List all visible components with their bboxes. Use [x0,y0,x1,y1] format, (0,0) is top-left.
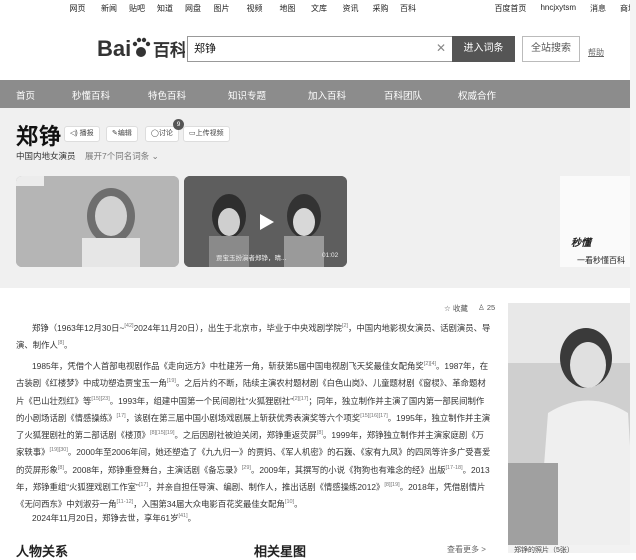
chat-icon: ◯ [151,130,159,137]
paw-icon [132,37,151,57]
video-icon: ▭ [189,130,196,137]
logo-text: Bai [97,36,131,61]
video-card-1[interactable] [16,176,179,267]
main-nav: 首页 秒懂百科 特色百科 知识专题 加入百科 百科团队 权威合作 [0,80,636,108]
speaker-icon: ◁) [70,130,78,137]
death-paragraph: 2024年11月20日，郑铮去世，享年61岁[41]。 [32,512,197,523]
portrait-caption: 郑铮的照片（5张） [508,545,636,554]
entry-title: 郑铮 [16,124,63,149]
related-stars-heading: 相关星图 [254,544,307,559]
top-link-8[interactable]: 文库 [304,3,334,14]
like-count: 25 [486,303,496,312]
top-nav-right: 百度首页 hncjxytsm 消息 商城 [494,3,636,14]
play-icon[interactable] [256,212,276,232]
broadcast-label: 播报 [79,130,94,137]
summary-paragraph: 郑铮（1963年12月30日~[42]2024年11月20日），出生于北京市，毕… [16,322,491,351]
logo-brand: 百科 [153,40,185,60]
nav-cooperation[interactable]: 权威合作 [458,88,496,102]
top-link-11[interactable]: 百科 [394,3,422,14]
clear-icon[interactable]: ✕ [436,41,446,55]
star-icon: ☆ [444,304,451,313]
miaodong-slogan: 一看秒懂百科 [577,256,625,265]
video-2-duration: 01:02 [322,252,339,259]
upload-video-button[interactable]: ▭上传视频 [183,126,230,142]
enter-entry-button[interactable]: 进入词条 [452,36,515,62]
nav-topics[interactable]: 知识专题 [228,88,266,102]
video-2-caption: 贾宝玉扮演者郑铮，晴... [216,255,287,262]
edit-button[interactable]: ✎编辑 [106,126,138,142]
same-name-entries-toggle[interactable]: 展开7个同名词条 ⌄ [85,150,159,162]
chevron-down-icon: ⌄ [151,151,159,161]
top-nav-links: 网页 新闻 贴吧 知道 网盘 图片 视频 地图 文库 资讯 采购 百科 [62,3,422,14]
top-link-10[interactable]: 采购 [367,3,394,14]
relations-heading: 人物关系 [16,544,69,559]
top-link-5[interactable]: 图片 [205,3,238,14]
like-button[interactable]: ♙ 25 [478,303,495,312]
broadcast-button[interactable]: ◁) 播报 [64,126,100,142]
top-link-6[interactable]: 视频 [238,3,271,14]
miaodong-logo-text: 秒懂 [571,238,591,249]
nav-join[interactable]: 加入百科 [308,88,346,102]
career-paragraph: 1985年，凭借个人首部电视剧作品《走向远方》中杜建芳一角，斩获第5届中国电视剧… [16,360,491,510]
collect-button[interactable]: ☆ 收藏 [444,303,468,314]
top-link-7[interactable]: 地图 [271,3,304,14]
edit-label: 编辑 [117,130,132,137]
top-link-3[interactable]: 知道 [149,3,181,14]
nav-team[interactable]: 百科团队 [384,88,422,102]
baike-logo[interactable]: Bai 百科 [97,33,187,65]
view-more-link[interactable]: 查看更多 > [447,544,486,555]
baidu-home-link[interactable]: 百度首页 [494,3,526,14]
top-link-9[interactable]: 资讯 [334,3,367,14]
top-link-0[interactable]: 网页 [62,3,93,14]
discuss-label: 讨论 [158,130,173,137]
same-name-label: 展开7个同名词条 [85,151,150,161]
site-search-button[interactable]: 全站搜索 [522,36,580,62]
messages-link[interactable]: 消息 [590,3,606,14]
thumbs-up-icon: ♙ [478,303,485,312]
top-link-2[interactable]: 贴吧 [125,3,149,14]
top-nav: 网页 新闻 贴吧 知道 网盘 图片 视频 地图 文库 资讯 采购 百科 百度首页 hncjxytsm … [0,0,636,16]
upload-video-label: 上传视频 [195,130,224,137]
miaodong-banner[interactable] [560,176,636,267]
search-input[interactable]: 郑铮 [187,36,452,62]
collect-label: 收藏 [452,304,468,313]
scrollbar[interactable] [630,0,636,553]
top-link-4[interactable]: 网盘 [181,3,205,14]
nav-featured[interactable]: 特色百科 [148,88,186,102]
nav-miaodong[interactable]: 秒懂百科 [72,88,110,102]
nav-home[interactable]: 首页 [16,88,35,102]
username-menu[interactable]: hncjxytsm [540,3,576,14]
top-link-1[interactable]: 新闻 [93,3,125,14]
portrait-image[interactable] [508,303,636,545]
entry-subtitle: 中国内地女演员 [16,151,76,161]
help-link[interactable]: 帮助 [588,47,604,58]
